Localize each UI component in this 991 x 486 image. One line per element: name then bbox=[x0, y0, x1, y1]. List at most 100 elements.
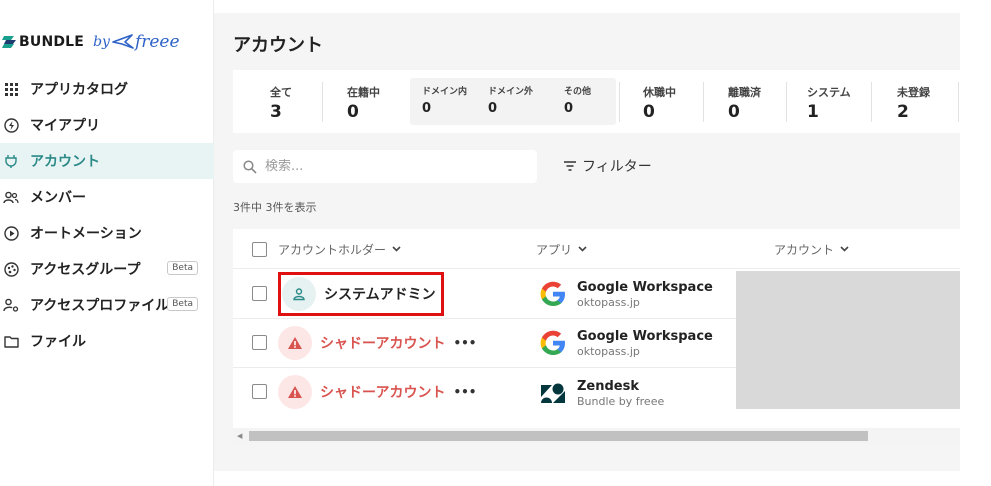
play-circle-icon bbox=[3, 225, 19, 241]
bolt-circle-icon bbox=[3, 117, 19, 133]
stat-divider bbox=[703, 82, 704, 122]
stat-label: 未登録 bbox=[897, 86, 930, 99]
stat-label: システム bbox=[807, 86, 851, 99]
sidebar-item-members[interactable]: メンバー bbox=[0, 179, 214, 215]
sidebar-item-accounts[interactable]: アカウント bbox=[0, 143, 214, 179]
horizontal-scrollbar[interactable]: ◀ bbox=[233, 428, 960, 444]
search-input[interactable] bbox=[265, 159, 515, 174]
stat-divider bbox=[958, 82, 959, 122]
stat-value: 0 bbox=[347, 102, 359, 122]
row-checkbox[interactable] bbox=[252, 384, 267, 399]
sidebar-item-label: アカウント bbox=[30, 154, 100, 170]
stat-label: ドメイン外 bbox=[488, 87, 534, 97]
stat-value: 1 bbox=[807, 102, 819, 122]
stat-on-leave[interactable]: 休職中 0 bbox=[643, 84, 676, 122]
stat-out-domain[interactable]: ドメイン外 0 bbox=[488, 84, 533, 116]
avatar bbox=[278, 375, 312, 409]
app-domain: Bundle by freee bbox=[577, 395, 665, 408]
warning-icon bbox=[288, 337, 302, 349]
logo[interactable]: BUNDLE by freee bbox=[2, 30, 180, 54]
row-checkbox[interactable] bbox=[252, 286, 267, 301]
app-cell[interactable]: Google Workspace oktopass.jp bbox=[538, 328, 713, 358]
row-checkbox[interactable] bbox=[252, 335, 267, 350]
stat-in-domain[interactable]: ドメイン内 0 bbox=[422, 84, 467, 116]
grid-icon bbox=[3, 81, 19, 97]
stat-label: 離職済 bbox=[728, 86, 761, 99]
filter-icon bbox=[564, 161, 576, 171]
row-divider bbox=[233, 318, 736, 319]
app-text: Google Workspace oktopass.jp bbox=[577, 329, 713, 358]
account-holder-shadow[interactable]: シャドーアカウント ••• bbox=[278, 326, 476, 360]
page-title: アカウント bbox=[233, 35, 323, 56]
column-label: アカウントホルダー bbox=[278, 242, 387, 257]
column-header-account[interactable]: アカウント bbox=[774, 229, 849, 269]
account-holder-name: シャドーアカウント bbox=[320, 385, 446, 401]
logo-by: by bbox=[93, 34, 110, 50]
google-icon bbox=[540, 281, 565, 306]
sidebar-item-automation[interactable]: オートメーション bbox=[0, 215, 214, 251]
search-box[interactable] bbox=[233, 150, 537, 183]
stat-value: 0 bbox=[728, 102, 740, 122]
stat-label: 在籍中 bbox=[347, 86, 380, 99]
google-icon bbox=[540, 330, 565, 355]
app-name: Google Workspace bbox=[577, 279, 713, 295]
plug-icon bbox=[3, 153, 19, 169]
stat-label: 全て bbox=[270, 86, 292, 99]
row-divider bbox=[233, 367, 736, 368]
stat-retired[interactable]: 離職済 0 bbox=[728, 84, 761, 122]
stat-value: 0 bbox=[488, 101, 498, 116]
sidebar-item-label: ファイル bbox=[30, 334, 86, 350]
sidebar-nav: アプリカタログ マイアプリ アカウント メンバー オートメーション アクセスグル… bbox=[0, 71, 214, 359]
stat-other[interactable]: その他 0 bbox=[564, 84, 591, 116]
stat-unregistered[interactable]: 未登録 2 bbox=[897, 84, 930, 122]
stat-active[interactable]: 在籍中 0 bbox=[347, 84, 380, 122]
stat-all[interactable]: 全て 3 bbox=[270, 84, 292, 122]
sidebar-item-access-groups[interactable]: アクセスグループ Beta bbox=[0, 251, 214, 287]
logo-word: BUNDLE bbox=[19, 34, 85, 50]
folder-icon bbox=[3, 333, 19, 349]
stat-label: 休職中 bbox=[643, 86, 676, 99]
chevron-down-icon bbox=[392, 246, 401, 252]
app-domain: oktopass.jp bbox=[577, 344, 640, 358]
app-text: Google Workspace oktopass.jp bbox=[577, 280, 713, 309]
sidebar-item-access-profiles[interactable]: アクセスプロファイル Beta bbox=[0, 287, 214, 323]
stat-system[interactable]: システム 1 bbox=[807, 84, 851, 122]
freee-logo: freee bbox=[112, 32, 180, 52]
header-divider bbox=[233, 268, 960, 269]
sidebar: BUNDLE by freee アプリカタログ マイアプリ アカウント メンバー… bbox=[0, 0, 214, 486]
column-header-holder[interactable]: アカウントホルダー bbox=[278, 229, 401, 269]
stat-divider bbox=[871, 82, 872, 122]
scroll-left-icon[interactable]: ◀ bbox=[237, 432, 242, 440]
warning-icon bbox=[288, 386, 302, 398]
app-name: Google Workspace bbox=[577, 328, 713, 344]
sidebar-item-app-catalog[interactable]: アプリカタログ bbox=[0, 71, 214, 107]
filter-button[interactable]: フィルター bbox=[564, 156, 652, 176]
sidebar-item-label: アクセスグループ bbox=[30, 262, 141, 278]
stat-label: その他 bbox=[564, 87, 592, 97]
sidebar-item-label: アクセスプロファイル bbox=[30, 298, 170, 314]
stat-divider bbox=[322, 82, 323, 122]
more-options-icon[interactable]: ••• bbox=[453, 385, 476, 399]
palette-icon bbox=[3, 261, 19, 277]
column-label: アプリ bbox=[536, 242, 573, 257]
bird-icon bbox=[112, 34, 134, 49]
people-icon bbox=[3, 189, 19, 205]
account-holder-name: シャドーアカウント bbox=[320, 336, 446, 352]
selection-highlight bbox=[278, 272, 444, 316]
sidebar-item-files[interactable]: ファイル bbox=[0, 323, 214, 359]
app-cell[interactable]: Google Workspace oktopass.jp bbox=[538, 279, 713, 309]
scrollbar-thumb[interactable] bbox=[249, 431, 868, 441]
sidebar-item-my-apps[interactable]: マイアプリ bbox=[0, 107, 214, 143]
main-content: アカウント 全て 3 在籍中 0 ドメイン内 0 ドメイン外 0 その他 0 休… bbox=[214, 13, 960, 471]
beta-badge: Beta bbox=[167, 297, 198, 311]
chevron-down-icon bbox=[840, 246, 849, 252]
more-options-icon[interactable]: ••• bbox=[453, 336, 476, 350]
bundle-logo-icon bbox=[2, 36, 16, 48]
column-header-app[interactable]: アプリ bbox=[536, 229, 587, 269]
select-all-checkbox[interactable] bbox=[252, 242, 267, 257]
sidebar-item-label: メンバー bbox=[30, 190, 86, 206]
account-holder-shadow[interactable]: シャドーアカウント ••• bbox=[278, 375, 476, 409]
app-cell[interactable]: Zendesk Bundle by freee bbox=[540, 379, 664, 408]
stat-divider bbox=[619, 82, 620, 122]
stat-value: 0 bbox=[564, 101, 574, 116]
